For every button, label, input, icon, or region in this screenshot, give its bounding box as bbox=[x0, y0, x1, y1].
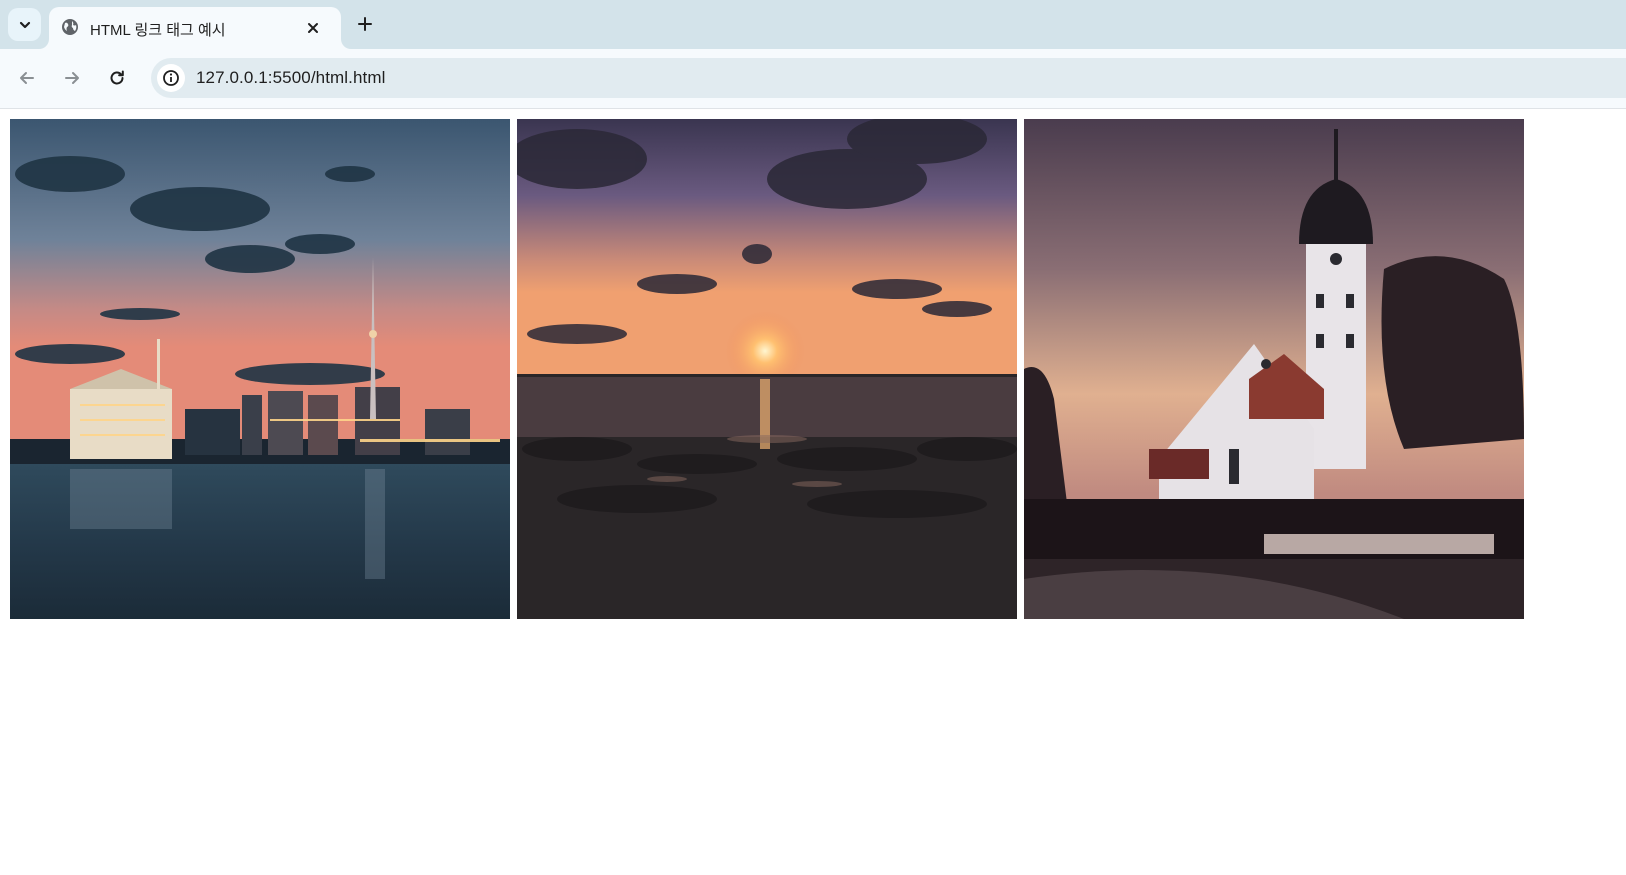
chevron-down-icon bbox=[19, 21, 30, 28]
church-sunset-image bbox=[1024, 119, 1524, 619]
tab-search-button[interactable] bbox=[8, 8, 41, 41]
tab-title: HTML 링크 태그 예시 bbox=[90, 22, 226, 39]
url-text[interactable]: 127.0.0.1:5500/html.html bbox=[196, 68, 386, 88]
site-info-button[interactable] bbox=[157, 64, 185, 92]
globe-icon bbox=[62, 19, 78, 35]
back-button[interactable] bbox=[11, 62, 43, 94]
tab-close-button[interactable] bbox=[301, 16, 325, 40]
reload-button[interactable] bbox=[101, 62, 133, 94]
close-icon bbox=[308, 23, 318, 33]
plus-icon bbox=[358, 17, 372, 31]
forward-button[interactable] bbox=[56, 62, 88, 94]
reload-icon bbox=[110, 70, 124, 85]
browser-toolbar: 127.0.0.1:5500/html.html bbox=[0, 49, 1626, 109]
sunset-sea-image bbox=[517, 119, 1017, 619]
city-skyline-image bbox=[10, 119, 510, 619]
arrow-right-icon bbox=[65, 72, 79, 84]
image-gallery bbox=[10, 119, 1531, 619]
arrow-left-icon bbox=[20, 72, 34, 84]
tab-strip: HTML 링크 태그 예시 bbox=[0, 0, 1626, 49]
address-bar[interactable]: 127.0.0.1:5500/html.html bbox=[151, 58, 1626, 98]
info-icon bbox=[163, 70, 179, 86]
new-tab-button[interactable] bbox=[351, 10, 379, 38]
active-tab[interactable]: HTML 링크 태그 예시 bbox=[49, 7, 341, 49]
